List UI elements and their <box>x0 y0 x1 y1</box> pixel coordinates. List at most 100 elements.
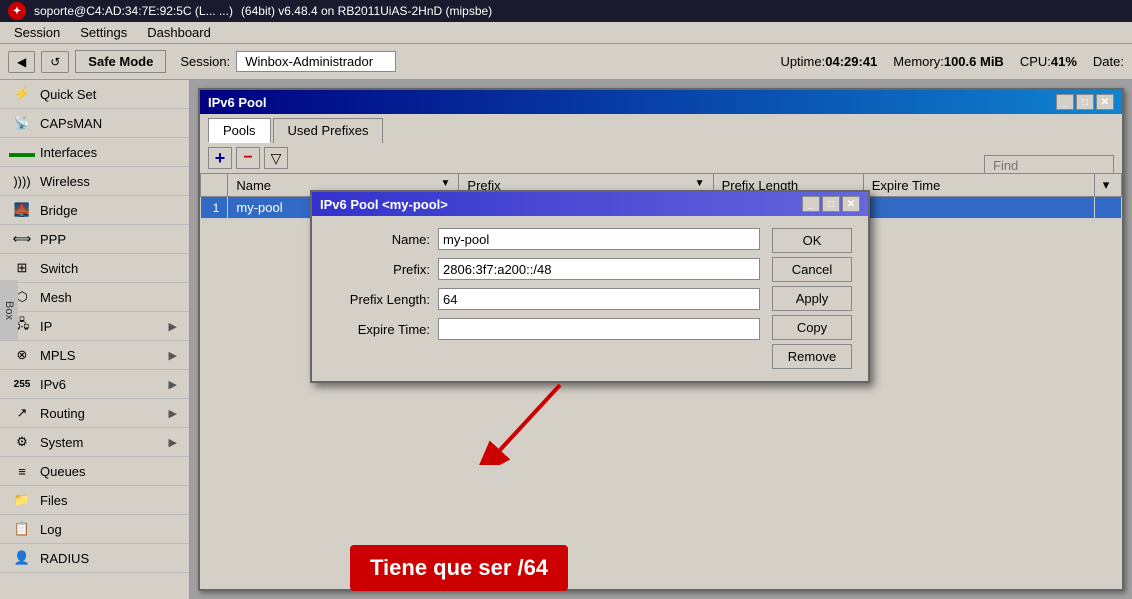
dialog-minimize-button[interactable]: _ <box>802 196 820 212</box>
close-button[interactable]: ✕ <box>1096 94 1114 110</box>
radius-icon: 👤 <box>12 550 32 566</box>
capsman-icon: 📡 <box>12 115 32 131</box>
system-icon: ⚙ <box>12 434 32 450</box>
sidebar-item-label: Wireless <box>40 174 90 189</box>
cell-expire-time <box>863 197 1094 219</box>
sidebar-item-radius[interactable]: 👤 RADIUS <box>0 544 189 573</box>
refresh-button[interactable]: ↺ <box>41 51 69 73</box>
cancel-button[interactable]: Cancel <box>772 257 852 282</box>
app-version: (64bit) v6.48.4 on RB2011UiAS-2HnD (mips… <box>241 4 492 18</box>
sidebar-item-label: Mesh <box>40 290 72 305</box>
sidebar-item-bridge[interactable]: 🌉 Bridge <box>0 196 189 225</box>
ipv6-pool-dialog: IPv6 Pool <my-pool> _ □ ✕ Name: Prefix: <box>310 190 870 383</box>
prefix-length-input[interactable] <box>438 288 760 310</box>
dialog-form: Name: Prefix: Prefix Length: Expire Time… <box>328 228 760 369</box>
sidebar-item-capsman[interactable]: 📡 CAPsMAN <box>0 109 189 138</box>
sidebar-item-files[interactable]: 📁 Files <box>0 486 189 515</box>
expire-time-input[interactable] <box>438 318 760 340</box>
sidebar-item-wireless[interactable]: )))) Wireless <box>0 167 189 196</box>
menu-settings[interactable]: Settings <box>70 23 137 42</box>
dialog-title: IPv6 Pool <my-pool> <box>320 197 448 212</box>
session-value: Winbox-Administrador <box>236 51 396 72</box>
chevron-right-icon: ▶ <box>169 436 177 449</box>
prefix-length-row: Prefix Length: <box>328 288 760 310</box>
sidebar-item-interfaces[interactable]: ▬▬ Interfaces <box>0 138 189 167</box>
bridge-icon: 🌉 <box>12 202 32 218</box>
chevron-right-icon: ▶ <box>169 320 177 333</box>
dialog-close-button[interactable]: ✕ <box>842 196 860 212</box>
sidebar-item-label: PPP <box>40 232 66 247</box>
sidebar-item-label: Files <box>40 493 67 508</box>
sidebar-item-ip[interactable]: 🖧 IP ▶ <box>0 312 189 341</box>
tab-bar: Pools Used Prefixes <box>200 114 1122 143</box>
safe-mode-button[interactable]: Safe Mode <box>75 50 166 73</box>
dialog-titlebar: IPv6 Pool <my-pool> _ □ ✕ <box>312 192 868 216</box>
sidebar-item-queues[interactable]: ≡ Queues <box>0 457 189 486</box>
main-layout: ⚡ Quick Set 📡 CAPsMAN ▬▬ Interfaces ))))… <box>0 80 1132 599</box>
sidebar-item-routing[interactable]: ↗ Routing ▶ <box>0 399 189 428</box>
sidebar-item-mpls[interactable]: ⊗ MPLS ▶ <box>0 341 189 370</box>
chevron-right-icon: ▶ <box>169 378 177 391</box>
sidebar-item-label: Routing <box>40 406 85 421</box>
remove-button[interactable]: − <box>236 147 260 169</box>
ok-button[interactable]: OK <box>772 228 852 253</box>
prefix-row: Prefix: <box>328 258 760 280</box>
ipv6-icon: 255 <box>12 376 32 392</box>
app-logo: ✦ <box>8 2 26 20</box>
menu-dashboard[interactable]: Dashboard <box>137 23 221 42</box>
sidebar-item-log[interactable]: 📋 Log <box>0 515 189 544</box>
filter-button[interactable]: ▽ <box>264 147 288 169</box>
quickset-icon: ⚡ <box>12 86 32 102</box>
wireless-icon: )))) <box>12 173 32 189</box>
tab-pools[interactable]: Pools <box>208 118 271 143</box>
cell-extra <box>1094 197 1121 219</box>
minimize-button[interactable]: _ <box>1056 94 1074 110</box>
remove-button[interactable]: Remove <box>772 344 852 369</box>
top-bar: ✦ soporte@C4:AD:34:7E:92:5C (L... ...) (… <box>0 0 1132 22</box>
add-button[interactable]: + <box>208 147 232 169</box>
col-expire-time: Expire Time <box>863 174 1094 197</box>
sidebar-item-mesh[interactable]: ⬡ Mesh <box>0 283 189 312</box>
apply-button[interactable]: Apply <box>772 286 852 311</box>
sidebar-item-label: Queues <box>40 464 86 479</box>
ipv6-pool-title: IPv6 Pool <box>208 95 267 110</box>
copy-button[interactable]: Copy <box>772 315 852 340</box>
session-label: Session: <box>180 54 230 69</box>
switch-icon: ⊞ <box>12 260 32 276</box>
sidebar-item-ppp[interactable]: ⟺ PPP <box>0 225 189 254</box>
inner-toolbar: + − ▽ <box>200 143 1122 173</box>
ppp-icon: ⟺ <box>12 231 32 247</box>
sidebar-item-ipv6[interactable]: 255 IPv6 ▶ <box>0 370 189 399</box>
prefix-input[interactable] <box>438 258 760 280</box>
arrow-svg <box>470 375 590 465</box>
log-icon: 📋 <box>12 521 32 537</box>
chevron-right-icon: ▶ <box>169 407 177 420</box>
sidebar-item-quickset[interactable]: ⚡ Quick Set <box>0 80 189 109</box>
name-input[interactable] <box>438 228 760 250</box>
toolbar-right-info: Uptime:04:29:41 Memory:100.6 MiB CPU:41%… <box>780 54 1124 69</box>
sidebar-item-system[interactable]: ⚙ System ▶ <box>0 428 189 457</box>
window-controls: _ □ ✕ <box>1056 94 1114 110</box>
main-toolbar: ◀ ↺ Safe Mode Session: Winbox-Administra… <box>0 44 1132 80</box>
sidebar-item-label: System <box>40 435 83 450</box>
sidebar-item-switch[interactable]: ⊞ Switch <box>0 254 189 283</box>
back-button[interactable]: ◀ <box>8 51 35 73</box>
menu-session[interactable]: Session <box>4 23 70 42</box>
dialog-maximize-button[interactable]: □ <box>822 196 840 212</box>
routing-icon: ↗ <box>12 405 32 421</box>
dialog-buttons: OK Cancel Apply Copy Remove <box>772 228 852 369</box>
maximize-button[interactable]: □ <box>1076 94 1094 110</box>
annotation-text: Tiene que ser /64 <box>370 555 548 580</box>
date-info: Date: <box>1093 54 1124 69</box>
tab-used-prefixes[interactable]: Used Prefixes <box>273 118 384 143</box>
sidebar-item-label: Log <box>40 522 62 537</box>
chevron-right-icon: ▶ <box>169 349 177 362</box>
app-title: soporte@C4:AD:34:7E:92:5C (L... ...) <box>34 4 233 18</box>
sidebar: ⚡ Quick Set 📡 CAPsMAN ▬▬ Interfaces ))))… <box>0 80 190 599</box>
sidebar-item-label: RADIUS <box>40 551 89 566</box>
expire-time-row: Expire Time: <box>328 318 760 340</box>
col-dropdown[interactable]: ▾ <box>1094 174 1121 197</box>
sidebar-item-label: MPLS <box>40 348 75 363</box>
winbox-label: Box <box>0 280 18 340</box>
queues-icon: ≡ <box>12 463 32 479</box>
